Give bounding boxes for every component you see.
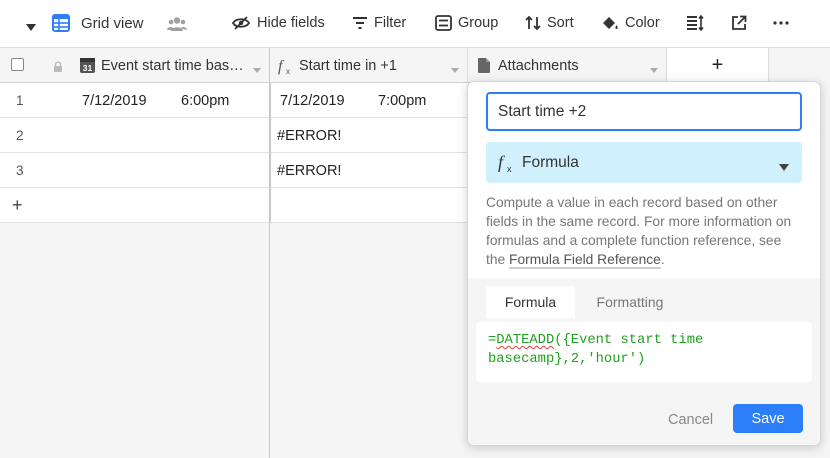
table-row-formula-cell[interactable]: #ERROR! xyxy=(270,118,468,153)
column-header-label: Attachments xyxy=(498,58,579,74)
formula-error[interactable]: #ERROR! xyxy=(277,153,341,188)
view-toolbar: Grid view Hide fields Filter Group Sort … xyxy=(0,0,830,48)
column-menu-caret-icon[interactable] xyxy=(451,62,459,78)
save-button[interactable]: Save xyxy=(733,404,803,433)
group-icon xyxy=(435,15,452,31)
formula-line-1-rest: ({Event start time xyxy=(554,333,704,348)
primary-pane-divider xyxy=(0,48,270,458)
column-header-start-time-plus-1[interactable]: f x Start time in +1 xyxy=(270,48,468,83)
more-icon xyxy=(773,21,789,25)
hide-fields-icon xyxy=(231,16,251,30)
start-time-plus-1-date[interactable]: 7/12/2019 xyxy=(280,83,345,118)
column-menu-caret-icon[interactable] xyxy=(650,62,658,78)
svg-text:f: f xyxy=(278,58,285,75)
paint-bucket-icon xyxy=(603,17,618,29)
attachment-icon xyxy=(478,58,490,77)
share-view-button[interactable] xyxy=(731,15,747,31)
row-height-button[interactable] xyxy=(686,15,704,31)
view-name[interactable]: Grid view xyxy=(81,15,144,32)
hide-fields-label: Hide fields xyxy=(257,15,325,31)
chevron-down-icon xyxy=(779,159,789,177)
grid-view-icon xyxy=(52,14,70,37)
view-menu-caret-icon[interactable] xyxy=(26,19,36,37)
field-editor-popover: f x Formula Compute a value in each reco… xyxy=(467,81,821,446)
column-header-label: Start time in +1 xyxy=(299,58,397,74)
formula-line-2: basecamp},2,'hour') xyxy=(488,352,646,367)
column-header-attachments[interactable]: Attachments xyxy=(468,48,667,83)
table-row-formula-cell[interactable]: #ERROR! xyxy=(270,153,468,188)
more-options-button[interactable] xyxy=(772,15,790,31)
field-type-description: Compute a value in each record based on … xyxy=(486,193,804,269)
cancel-button[interactable]: Cancel xyxy=(668,412,713,428)
table-row-formula-cell[interactable]: 7/12/2019 7:00pm xyxy=(270,83,468,118)
group-label: Group xyxy=(458,15,499,31)
hide-fields-button[interactable]: Hide fields xyxy=(231,15,325,31)
group-button[interactable]: Group xyxy=(435,15,498,31)
field-name-input[interactable] xyxy=(486,92,802,131)
tab-formula[interactable]: Formula xyxy=(486,286,575,318)
description-end: . xyxy=(660,252,665,267)
formula-icon: f x xyxy=(278,57,294,79)
formula-error[interactable]: #ERROR! xyxy=(277,118,341,153)
svg-text:x: x xyxy=(286,67,290,75)
svg-text:x: x xyxy=(507,164,512,173)
tab-formatting[interactable]: Formatting xyxy=(580,286,680,318)
field-type-label: Formula xyxy=(522,154,579,171)
filter-button[interactable]: Filter xyxy=(352,15,406,31)
formula-function: DATEADD xyxy=(496,333,555,348)
filter-label: Filter xyxy=(374,15,407,31)
field-type-select[interactable]: f x Formula xyxy=(486,142,802,183)
add-field-button[interactable]: + xyxy=(667,48,769,83)
sort-icon xyxy=(525,15,541,31)
add-row-filler[interactable] xyxy=(270,188,468,223)
color-label: Color xyxy=(625,15,660,31)
filter-icon xyxy=(353,17,367,29)
sort-button[interactable]: Sort xyxy=(525,15,574,31)
formula-reference-link[interactable]: Formula Field Reference xyxy=(509,252,661,269)
collaborators-icon[interactable] xyxy=(167,16,187,37)
color-button[interactable]: Color xyxy=(601,15,660,31)
start-time-plus-1-time[interactable]: 7:00pm xyxy=(378,83,426,118)
row-height-icon xyxy=(687,15,704,31)
svg-text:f: f xyxy=(498,153,506,172)
share-icon xyxy=(732,15,747,30)
formula-editor[interactable]: =DATEADD({Event start time basecamp},2,'… xyxy=(476,322,812,382)
formula-type-icon: f x xyxy=(498,152,516,178)
sort-label: Sort xyxy=(547,15,574,31)
